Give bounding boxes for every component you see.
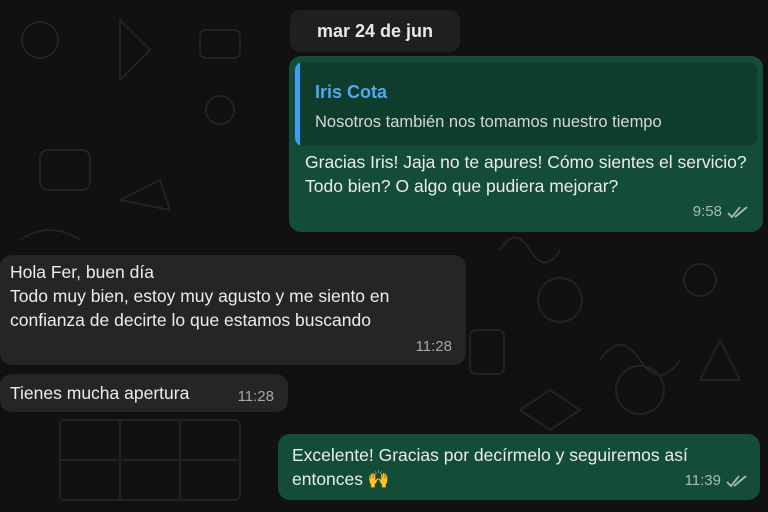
chat-conversation: mar 24 de jun Iris Cota Nosotros también… — [0, 0, 768, 512]
message-time: 9:58 — [692, 203, 722, 220]
double-check-icon — [727, 206, 748, 219]
outgoing-message-bubble[interactable]: Excelente! Gracias por decírmelo y segui… — [278, 434, 760, 500]
incoming-message-bubble[interactable]: Tienes mucha apertura 11:28 — [0, 374, 288, 412]
message-meta: 11:28 — [416, 335, 452, 359]
message-time: 11:28 — [415, 338, 452, 355]
message-text: Gracias Iris! Jaja no te apures! Cómo si… — [305, 152, 747, 196]
message-text: Excelente! Gracias por decírmelo y segui… — [292, 445, 688, 489]
message-meta: 11:39 — [685, 469, 748, 493]
quoted-message[interactable]: Iris Cota Nosotros también nos tomamos n… — [295, 62, 757, 146]
quote-accent-bar — [295, 62, 300, 146]
message-meta: 11:28 — [238, 385, 274, 409]
quoted-author: Iris Cota — [315, 82, 388, 102]
incoming-message-bubble[interactable]: Hola Fer, buen día Todo muy bien, estoy … — [0, 255, 466, 365]
quoted-text: Nosotros también nos tomamos nuestro tie… — [315, 113, 662, 131]
message-line: Hola Fer, buen día — [10, 262, 154, 282]
double-check-icon — [726, 475, 747, 488]
outgoing-message-bubble[interactable]: Iris Cota Nosotros también nos tomamos n… — [289, 56, 763, 232]
message-line: Todo muy bien, estoy muy agusto y me sie… — [10, 286, 390, 306]
message-line: confianza de decirte lo que estamos busc… — [10, 310, 371, 330]
message-text: Tienes mucha apertura — [10, 383, 190, 403]
message-time: 11:28 — [237, 388, 274, 405]
message-time: 11:39 — [684, 472, 721, 489]
message-meta: 9:58 — [693, 200, 749, 224]
date-separator: mar 24 de jun — [290, 10, 460, 52]
message-text: Hola Fer, buen día Todo muy bien, estoy … — [10, 260, 460, 332]
